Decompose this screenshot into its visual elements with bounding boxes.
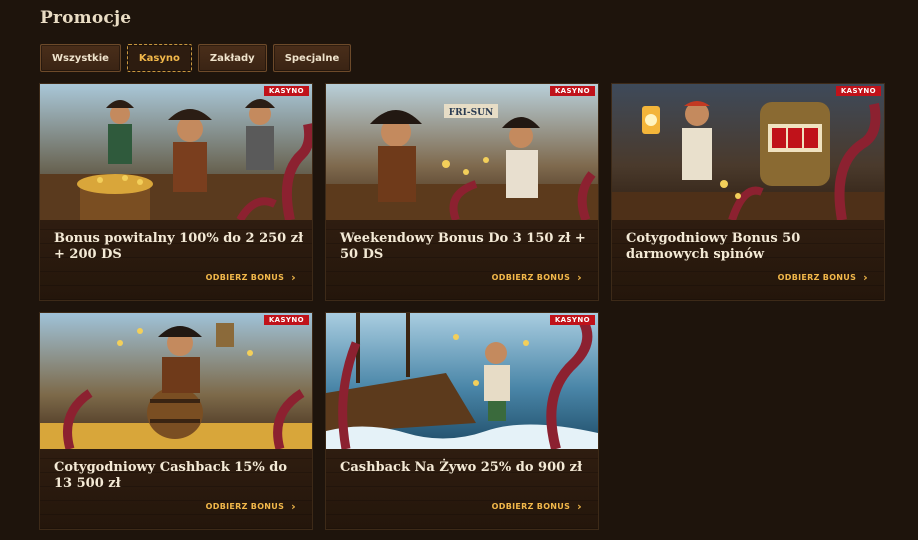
claim-bonus-link[interactable]: ODBIERZ BONUS ›	[206, 501, 296, 512]
category-badge: KASYNO	[549, 86, 595, 96]
category-badge: KASYNO	[263, 86, 309, 96]
claim-bonus-label: ODBIERZ BONUS	[491, 273, 571, 282]
promo-title: Bonus powitalny 100% do 2 250 zł + 200 D…	[54, 231, 304, 262]
promo-image-lantern-slot: KASYNO	[612, 84, 884, 220]
claim-bonus-link[interactable]: ODBIERZ BONUS ›	[492, 501, 582, 512]
promo-image-pirate-couple: FRI-SUN KASYNO	[326, 84, 598, 220]
chevron-right-icon: ›	[291, 271, 296, 284]
promo-title: Weekendowy Bonus Do 3 150 zł + 50 DS	[340, 231, 586, 262]
claim-bonus-label: ODBIERZ BONUS	[205, 273, 285, 282]
page-title: Promocje	[40, 8, 132, 28]
tab-wszystkie[interactable]: Wszystkie	[40, 44, 121, 72]
promo-title: Cotygodniowy Cashback 15% do 13 500 zł	[54, 460, 287, 491]
tab-kasyno[interactable]: Kasyno	[126, 44, 192, 72]
promo-card-welcome-bonus[interactable]: KASYNO Bonus powitalny 100% do 2 250 zł …	[39, 83, 313, 301]
promo-card-weekend-bonus[interactable]: FRI-SUN KASYNO Weekendowy Bonus Do 3 150…	[325, 83, 599, 301]
promo-card-live-cashback[interactable]: KASYNO Cashback Na Żywo 25% do 900 zł OD…	[325, 312, 599, 530]
promo-card-weekly-cashback[interactable]: KASYNO Cotygodniowy Cashback 15% do 13 5…	[39, 312, 313, 530]
chevron-right-icon: ›	[863, 271, 868, 284]
promo-title: Cashback Na Żywo 25% do 900 zł	[340, 460, 583, 475]
promo-image-pirate-barrel: KASYNO	[40, 313, 312, 449]
tab-zaklady[interactable]: Zakłady	[197, 44, 267, 72]
category-badge: KASYNO	[549, 315, 595, 325]
chevron-right-icon: ›	[577, 500, 582, 513]
claim-bonus-link[interactable]: ODBIERZ BONUS ›	[492, 272, 582, 283]
claim-bonus-label: ODBIERZ BONUS	[777, 273, 857, 282]
claim-bonus-link[interactable]: ODBIERZ BONUS ›	[206, 272, 296, 283]
category-badge: KASYNO	[835, 86, 881, 96]
sign-label: FRI-SUN	[449, 108, 493, 118]
claim-bonus-label: ODBIERZ BONUS	[491, 502, 571, 511]
chevron-right-icon: ›	[291, 500, 296, 513]
promo-card-free-spins[interactable]: KASYNO Cotygodniowy Bonus 50 darmowych s…	[611, 83, 885, 301]
chevron-right-icon: ›	[577, 271, 582, 284]
tab-specjalne[interactable]: Specjalne	[272, 44, 352, 72]
filter-tabs: Wszystkie Kasyno Zakłady Specjalne	[40, 44, 352, 72]
promo-title: Cotygodniowy Bonus 50 darmowych spinów	[626, 231, 801, 262]
claim-bonus-link[interactable]: ODBIERZ BONUS ›	[778, 272, 868, 283]
promo-image-pirates-treasure: KASYNO	[40, 84, 312, 220]
promo-image-kraken-ship: KASYNO	[326, 313, 598, 449]
category-badge: KASYNO	[263, 315, 309, 325]
claim-bonus-label: ODBIERZ BONUS	[205, 502, 285, 511]
